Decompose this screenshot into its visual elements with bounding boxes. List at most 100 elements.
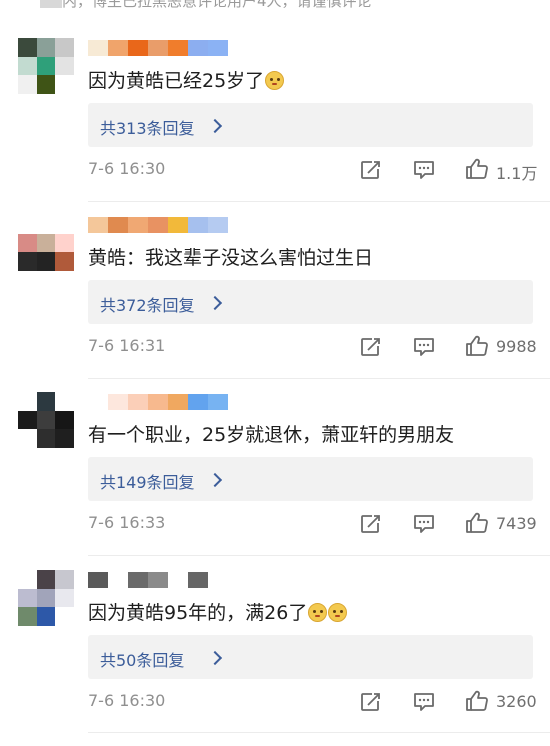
chevron-right-icon <box>207 650 223 666</box>
avatar-pixel <box>18 215 37 234</box>
timestamp: 7-6 16:33 <box>88 513 166 532</box>
like-count: 7439 <box>496 514 537 533</box>
avatar-pixel <box>55 233 74 253</box>
username-pixel <box>128 394 148 410</box>
like-icon[interactable] <box>465 690 489 712</box>
comment-text: 因为黄皓已经25岁了 <box>88 66 285 93</box>
like-icon[interactable] <box>465 158 489 180</box>
avatar-pixel <box>36 607 56 626</box>
reply-icon[interactable] <box>413 692 435 712</box>
username-pixel <box>108 40 128 56</box>
avatar-pixel <box>36 38 56 57</box>
avatar-pixel <box>18 233 37 253</box>
username-pixel <box>188 40 208 56</box>
avatar-pixel <box>18 570 37 589</box>
username-blurred[interactable] <box>88 217 228 233</box>
like-icon[interactable] <box>465 512 489 534</box>
comment-meta-row: 7-6 16:33 7439 <box>88 510 537 538</box>
username-pixel <box>128 217 148 233</box>
divider <box>88 555 550 556</box>
username-blurred[interactable] <box>88 572 228 588</box>
username-pixel <box>88 572 108 588</box>
username-pixel <box>168 40 188 56</box>
username-pixel <box>108 572 128 588</box>
repost-icon[interactable] <box>360 514 382 534</box>
doge-emoji-icon <box>308 603 328 622</box>
avatar-pixel <box>18 429 37 448</box>
comment-text: 因为黄皓95年的，满26了 <box>88 598 348 625</box>
timestamp: 7-6 16:30 <box>88 691 166 710</box>
avatar-pixel <box>18 392 37 411</box>
username-pixel <box>188 217 208 233</box>
avatar[interactable] <box>18 392 74 448</box>
avatar-pixel <box>36 75 56 94</box>
avatar-pixel <box>55 429 74 448</box>
reply-icon[interactable] <box>413 337 435 357</box>
comment-item: 黄皓：我这辈子没这么害怕过生日共372条回复 7-6 16:31 9988 <box>0 215 550 391</box>
avatar-pixel <box>55 38 74 57</box>
avatar-pixel <box>36 588 56 608</box>
reply-icon[interactable] <box>413 160 435 180</box>
avatar-pixel <box>18 252 37 271</box>
username-blurred[interactable] <box>88 394 228 410</box>
username-pixel <box>108 217 128 233</box>
avatar-pixel <box>36 410 56 430</box>
avatar-pixel <box>55 215 74 234</box>
reply-count-label: 共372条回复 <box>100 296 195 315</box>
comment-item: 有一个职业，25岁就退休，萧亚轩的男朋友共149条回复 7-6 16:33 7439 <box>0 392 550 568</box>
username-blurred[interactable] <box>88 40 228 56</box>
username-pixel <box>148 40 168 56</box>
avatar-pixel <box>55 410 74 430</box>
comment-body: 黄皓：我这辈子没这么害怕过生日 <box>88 247 374 269</box>
top-notice: 内，博主已拉黑恶意评论用户4人，请谨慎评论 <box>0 0 550 14</box>
avatar-pixel <box>18 607 37 626</box>
avatar-pixel <box>36 429 56 448</box>
username-pixel <box>208 217 228 233</box>
avatar-pixel <box>36 252 56 271</box>
like-icon[interactable] <box>465 335 489 357</box>
reply-count-label: 共50条回复 <box>100 651 185 670</box>
avatar-pixel <box>55 56 74 76</box>
avatar-pixel <box>55 570 74 589</box>
username-pixel <box>128 572 148 588</box>
repost-icon[interactable] <box>360 160 382 180</box>
reply-count-label: 共149条回复 <box>100 473 195 492</box>
comment-text: 黄皓：我这辈子没这么害怕过生日 <box>88 243 373 270</box>
comment-meta-row: 7-6 16:31 9988 <box>88 333 537 361</box>
avatar[interactable] <box>18 570 74 626</box>
replies-link[interactable]: 共50条回复 <box>88 635 533 679</box>
comment-item: 因为黄皓已经25岁了 共313条回复 7-6 16:30 1.1万 <box>0 38 550 214</box>
avatar[interactable] <box>18 38 74 94</box>
username-pixel <box>188 394 208 410</box>
divider <box>88 732 550 733</box>
username-pixel <box>168 572 188 588</box>
like-count: 3260 <box>496 692 537 711</box>
username-pixel <box>88 217 108 233</box>
doge-emoji-icon <box>265 71 285 90</box>
username-pixel <box>88 40 108 56</box>
avatar-pixel <box>36 392 56 411</box>
comment-body: 因为黄皓95年的，满26了 <box>88 602 308 624</box>
chevron-right-icon <box>207 118 223 134</box>
notice-blur <box>40 0 62 8</box>
timestamp: 7-6 16:30 <box>88 159 166 178</box>
repost-icon[interactable] <box>360 692 382 712</box>
avatar[interactable] <box>18 215 74 271</box>
avatar-pixel <box>36 215 56 234</box>
top-notice-text: 内，博主已拉黑恶意评论用户4人，请谨慎评论 <box>62 0 372 10</box>
avatar-pixel <box>36 570 56 589</box>
username-pixel <box>148 572 168 588</box>
repost-icon[interactable] <box>360 337 382 357</box>
comment-body: 有一个职业，25岁就退休，萧亚轩的男朋友 <box>88 424 455 446</box>
avatar-pixel <box>18 588 37 608</box>
username-pixel <box>148 217 168 233</box>
replies-link[interactable]: 共149条回复 <box>88 457 533 501</box>
reply-icon[interactable] <box>413 514 435 534</box>
avatar-pixel <box>55 607 74 626</box>
username-pixel <box>208 572 228 588</box>
replies-link[interactable]: 共313条回复 <box>88 103 533 147</box>
divider <box>88 378 550 379</box>
doge-emoji-icon <box>328 603 348 622</box>
divider <box>88 201 550 202</box>
replies-link[interactable]: 共372条回复 <box>88 280 533 324</box>
